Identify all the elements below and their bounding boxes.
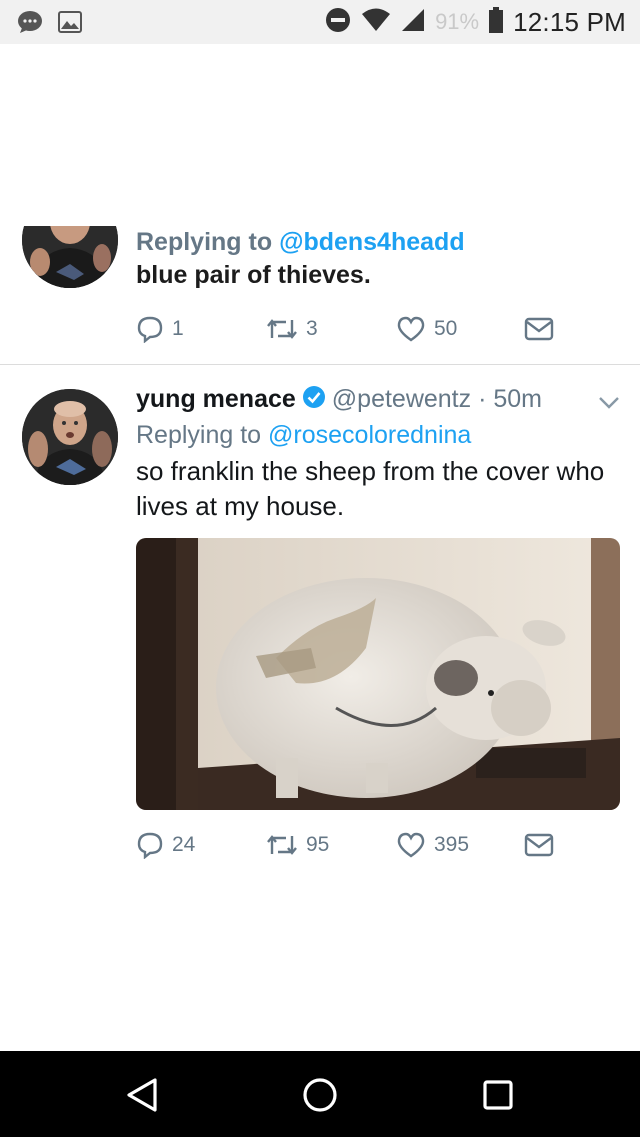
reply-icon [137,316,163,343]
like-count: 395 [434,833,470,856]
chevron-down-icon[interactable] [598,396,620,415]
retweet-button[interactable]: 95 [266,832,396,858]
reply-handle-link[interactable]: @rosecolorednina [268,421,471,449]
reply-context: Replying to @rosecolorednina [136,419,618,451]
reply-button[interactable]: 24 [136,831,266,859]
retweet-count: 3 [306,317,318,340]
avatar[interactable] [22,389,118,485]
heart-icon [397,832,425,858]
blank-area [0,44,640,226]
reply-count: 24 [172,833,196,856]
mail-icon [524,317,554,341]
home-icon [303,1078,337,1112]
verified-badge-icon [302,385,326,414]
recents-button[interactable] [474,1071,522,1119]
reply-handle-link[interactable]: @bdens4headd [279,228,465,256]
reply-icon [137,832,163,859]
mail-icon [524,833,554,857]
navigation-bar [0,1051,640,1137]
reply-context: Replying to @bdens4headd [136,226,618,258]
reply-prefix: Replying to [136,421,269,449]
like-button[interactable]: 50 [396,315,524,343]
back-button[interactable] [118,1071,166,1119]
retweet-icon [267,835,297,855]
retweet-button[interactable]: 3 [266,316,396,342]
handle-and-time: @petewentz · 50m [331,384,542,413]
back-icon [127,1078,157,1112]
tweet-1[interactable]: Replying to @bdens4headd blue pair of th… [0,0,640,364]
reply-button[interactable]: 1 [136,315,266,343]
tweet-text: so franklin the sheep from the cover who… [136,456,605,521]
tweet-photo[interactable] [136,538,620,810]
recents-icon [483,1080,513,1110]
like-button[interactable]: 395 [396,831,524,859]
retweet-count: 95 [306,833,330,856]
heart-icon [397,316,425,342]
retweet-icon [267,319,297,339]
share-button[interactable] [524,316,554,342]
tweet-header: yung menace @petewentz · 50m [136,381,618,417]
reply-count: 1 [172,317,184,340]
home-button[interactable] [296,1071,344,1119]
like-count: 50 [434,317,458,340]
reply-prefix: Replying to [136,228,280,256]
tweet-text: blue pair of thieves. [136,261,371,289]
share-button[interactable] [524,832,554,858]
sheep-photo-image [136,538,620,810]
display-name[interactable]: yung menace [136,385,296,414]
